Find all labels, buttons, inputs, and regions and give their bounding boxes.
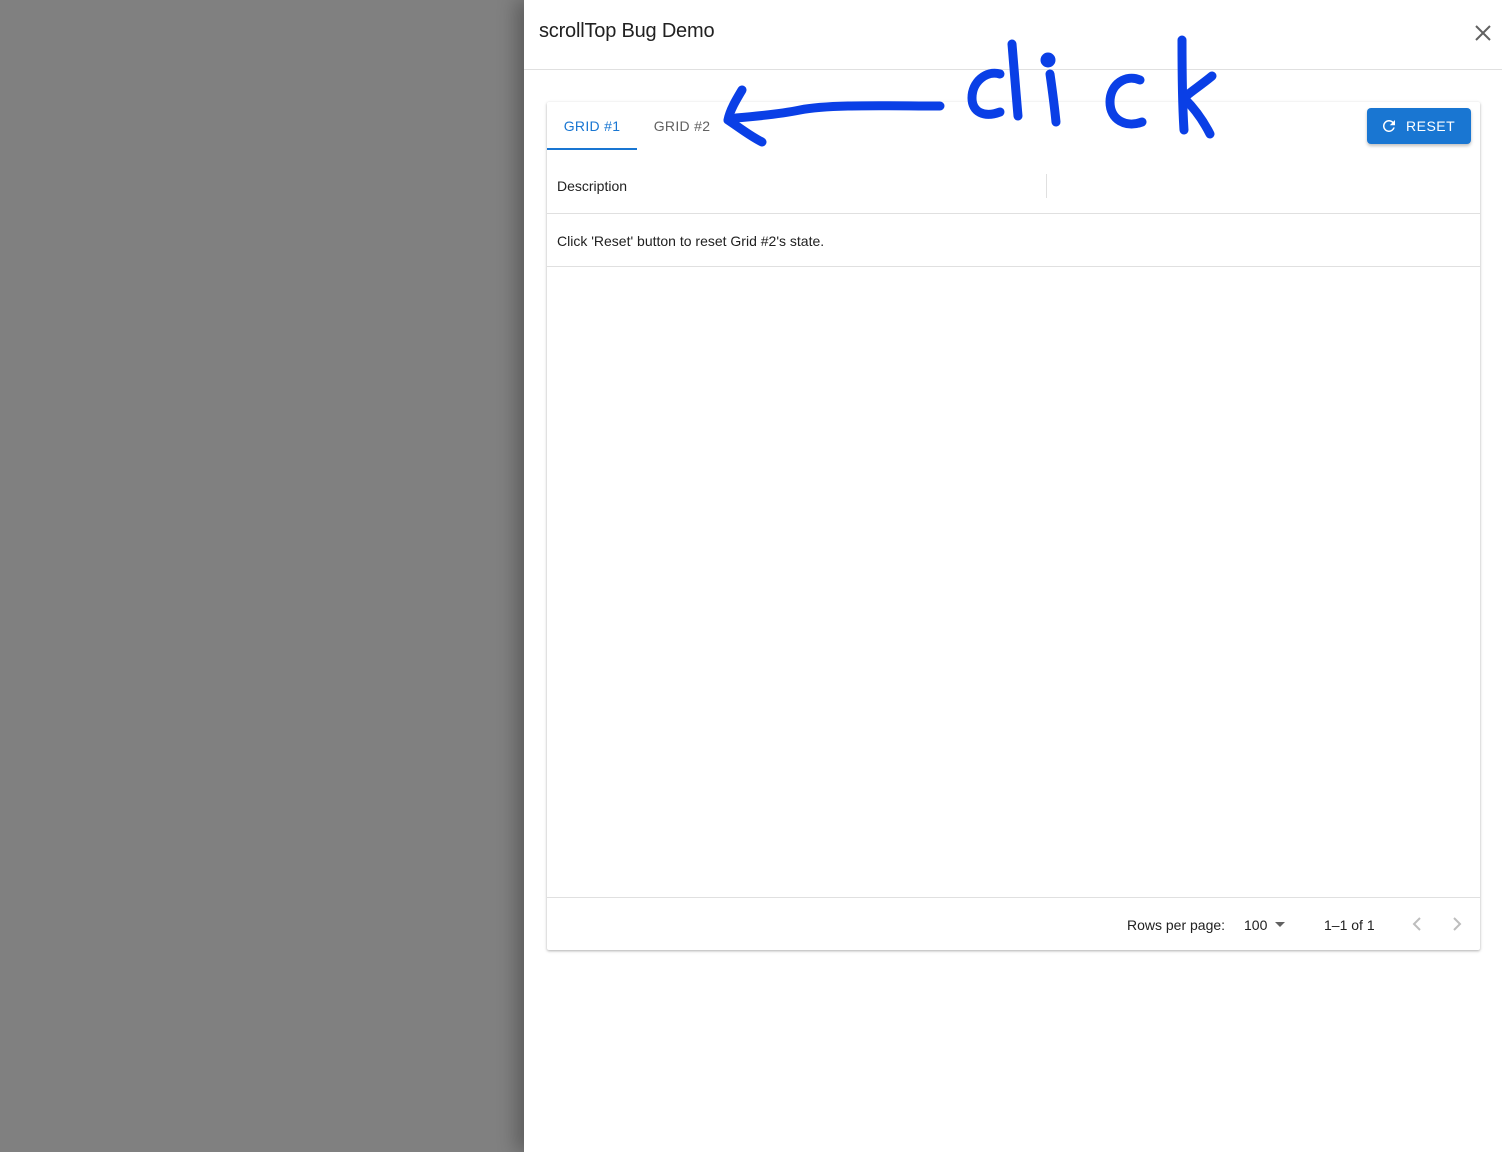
table-row[interactable]: Click 'Reset' button to reset Grid #2's … — [547, 214, 1480, 267]
rows-per-page-value: 100 — [1244, 917, 1268, 933]
refresh-icon — [1382, 119, 1395, 132]
pagination-range: 1–1 of 1 — [1324, 917, 1375, 933]
drawer-header: scrollTop Bug Demo — [524, 0, 1502, 70]
grid-column-header-row: Description — [547, 150, 1480, 214]
column-header-description[interactable]: Description — [557, 178, 627, 194]
tab-grid-2[interactable]: GRID #2 — [637, 102, 727, 150]
caret-down-icon — [1275, 922, 1285, 927]
previous-page-button[interactable] — [1402, 909, 1432, 939]
chevron-right-icon — [1453, 917, 1462, 931]
reset-button-label: RESET — [1406, 118, 1456, 134]
rows-per-page-label: Rows per page: — [1127, 917, 1226, 933]
close-icon — [1475, 25, 1491, 41]
column-separator[interactable] — [1046, 174, 1047, 198]
table-cell-description: Click 'Reset' button to reset Grid #2's … — [557, 233, 825, 249]
reset-button[interactable]: RESET — [1367, 108, 1471, 144]
next-page-button[interactable] — [1442, 909, 1472, 939]
tab-grid-1[interactable]: GRID #1 — [547, 102, 637, 150]
grid-footer: Rows per page: 100 1–1 of 1 — [547, 897, 1480, 951]
drawer-title: scrollTop Bug Demo — [539, 20, 715, 42]
grid-card: GRID #1 GRID #2 RESET Description Click … — [547, 102, 1480, 950]
modal-backdrop[interactable] — [0, 0, 524, 1152]
close-button[interactable] — [1468, 18, 1498, 48]
rows-per-page-select[interactable]: 100 — [1244, 911, 1290, 937]
chevron-left-icon — [1412, 917, 1421, 931]
drawer-panel: scrollTop Bug Demo GRID #1 GRID #2 RESET… — [524, 0, 1502, 1152]
